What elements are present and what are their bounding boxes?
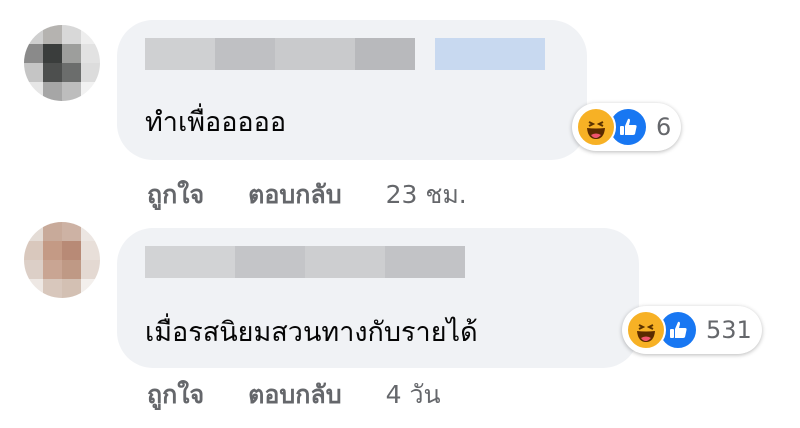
comment-actions: ถูกใจ ตอบกลับ 4 วัน (147, 375, 441, 415)
haha-icon (576, 107, 616, 147)
commenter-name-blurred[interactable] (145, 246, 465, 278)
avatar[interactable] (24, 25, 100, 101)
comment-actions: ถูกใจ ตอบกลับ 23 ชม. (147, 175, 467, 215)
comment-bubble: ทำเพื่อออออ (117, 20, 587, 160)
like-action[interactable]: ถูกใจ (147, 375, 204, 415)
comment-text: เมื่อรสนิยมสวนทางกับรายได้ (145, 317, 478, 348)
comment-text: ทำเพื่อออออ (145, 107, 287, 138)
timestamp[interactable]: 23 ชม. (386, 175, 467, 215)
reply-action[interactable]: ตอบกลับ (248, 375, 341, 415)
like-action[interactable]: ถูกใจ (147, 175, 204, 215)
reaction-count: 531 (706, 316, 752, 344)
comment-bubble: เมื่อรสนิยมสวนทางกับรายได้ (117, 228, 639, 368)
timestamp[interactable]: 4 วัน (386, 375, 441, 415)
haha-icon (626, 310, 666, 350)
reaction-count: 6 (656, 113, 672, 141)
reaction-summary[interactable]: 531 (622, 306, 762, 354)
reply-action[interactable]: ตอบกลับ (248, 175, 341, 215)
reaction-summary[interactable]: 6 (572, 103, 682, 151)
avatar[interactable] (24, 222, 100, 298)
commenter-name-blurred[interactable] (145, 38, 545, 70)
